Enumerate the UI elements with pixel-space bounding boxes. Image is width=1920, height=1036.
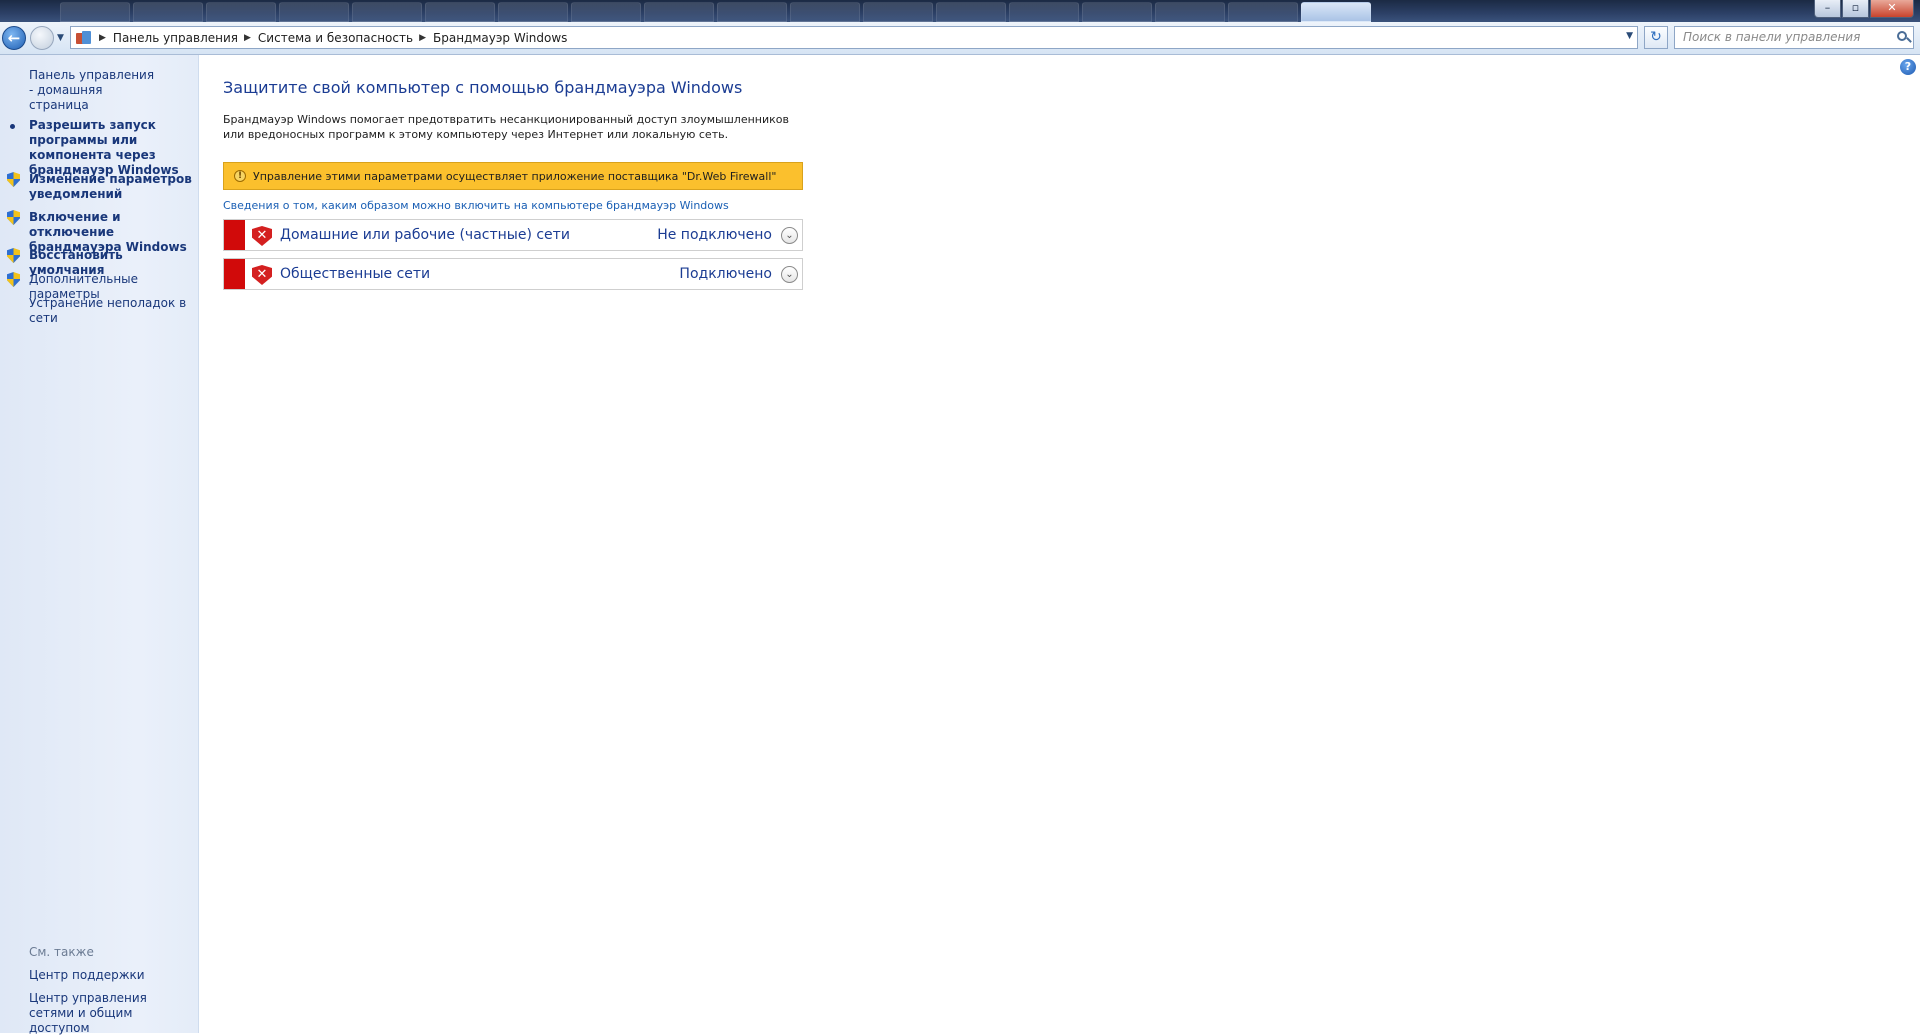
address-dropdown-icon[interactable]: ▼ xyxy=(1626,31,1633,41)
see-also-network-center[interactable]: Центр управления сетями и общим доступом xyxy=(29,991,189,1036)
warning-icon: ! xyxy=(234,170,246,182)
taskbar-tab[interactable] xyxy=(425,2,495,22)
uac-shield-icon xyxy=(7,272,20,287)
back-button[interactable]: ← xyxy=(2,26,26,50)
search-icon[interactable] xyxy=(1897,31,1907,41)
vendor-warning-bar: ! Управление этими параметрами осуществл… xyxy=(223,162,803,190)
search-input[interactable]: Поиск в панели управления xyxy=(1674,26,1914,49)
recent-pages-dropdown[interactable]: ▼ xyxy=(57,32,67,44)
refresh-button[interactable]: ↻ xyxy=(1644,26,1668,49)
address-bar[interactable]: ▶ Панель управления ▶ Система и безопасн… xyxy=(70,26,1638,49)
expand-chevron-icon[interactable]: ⌄ xyxy=(781,227,798,244)
taskbar-tab[interactable] xyxy=(1082,2,1152,22)
taskbar-tab[interactable] xyxy=(279,2,349,22)
minimize-button[interactable]: – xyxy=(1814,0,1841,18)
taskbar-tabs xyxy=(60,2,1371,22)
taskbar-tab[interactable] xyxy=(863,2,933,22)
sidebar-item-notification-settings[interactable]: Изменение параметров уведомлений xyxy=(29,172,199,202)
taskbar-tab[interactable] xyxy=(571,2,641,22)
taskbar-tab[interactable] xyxy=(60,2,130,22)
see-also-header: См. также xyxy=(29,945,94,959)
status-color-bar xyxy=(224,220,245,250)
breadcrumb-system-security[interactable]: Система и безопасность xyxy=(258,31,413,45)
breadcrumb-separator-icon[interactable]: ▶ xyxy=(244,33,251,43)
control-panel-icon xyxy=(75,30,93,46)
close-button[interactable]: ✕ xyxy=(1870,0,1914,18)
bullet-icon xyxy=(10,124,15,129)
uac-shield-icon xyxy=(7,210,20,225)
warning-text: Управление этими параметрами осуществляе… xyxy=(253,169,777,183)
maximize-button[interactable]: ▫ xyxy=(1842,0,1869,18)
page-title: Защитите свой компьютер с помощью брандм… xyxy=(223,78,743,97)
taskbar-tab[interactable] xyxy=(498,2,568,22)
network-name: Общественные сети xyxy=(280,266,431,282)
network-row-public[interactable]: ✕ Общественные сети Подключено ⌄ xyxy=(223,258,803,290)
taskbar-tab[interactable] xyxy=(790,2,860,22)
forward-button[interactable] xyxy=(30,26,54,50)
control-panel-home-link[interactable]: Панель управления - домашняя страница xyxy=(29,68,159,113)
taskbar-tab[interactable] xyxy=(1228,2,1298,22)
taskbar-tab-active[interactable] xyxy=(1301,2,1371,22)
uac-shield-icon xyxy=(7,172,20,187)
firewall-off-shield-icon: ✕ xyxy=(252,226,272,246)
taskbar-tab[interactable] xyxy=(936,2,1006,22)
taskbar-tab[interactable] xyxy=(644,2,714,22)
enable-firewall-info-link[interactable]: Сведения о том, каким образом можно вклю… xyxy=(223,199,729,212)
network-status: Не подключено xyxy=(657,227,772,243)
breadcrumb-windows-firewall[interactable]: Брандмауэр Windows xyxy=(433,31,567,45)
search-placeholder: Поиск в панели управления xyxy=(1683,30,1861,44)
taskbar-tab[interactable] xyxy=(1155,2,1225,22)
left-task-pane: Панель управления - домашняя страница Ра… xyxy=(0,55,199,1036)
sidebar-item-troubleshoot-network[interactable]: Устранение неполадок в сети xyxy=(29,296,199,326)
network-status: Подключено xyxy=(679,266,772,282)
expand-chevron-icon[interactable]: ⌄ xyxy=(781,266,798,283)
taskbar-tab[interactable] xyxy=(352,2,422,22)
navigation-bar: ← ▼ ▶ Панель управления ▶ Система и безо… xyxy=(0,22,1920,55)
taskbar-tab[interactable] xyxy=(1009,2,1079,22)
help-icon[interactable]: ? xyxy=(1900,59,1916,75)
sidebar-item-allow-program[interactable]: Разрешить запуск программы или компонент… xyxy=(29,118,199,178)
status-color-bar xyxy=(224,259,245,289)
breadcrumb-separator-icon[interactable]: ▶ xyxy=(419,33,426,43)
window-controls: – ▫ ✕ xyxy=(1813,0,1914,18)
page-description: Брандмауэр Windows помогает предотвратит… xyxy=(223,113,789,141)
title-bar: – ▫ ✕ xyxy=(0,0,1920,22)
breadcrumb-control-panel[interactable]: Панель управления xyxy=(113,31,238,45)
network-row-private[interactable]: ✕ Домашние или рабочие (частные) сети Не… xyxy=(223,219,803,251)
taskbar-tab[interactable] xyxy=(133,2,203,22)
taskbar-tab[interactable] xyxy=(717,2,787,22)
see-also-action-center[interactable]: Центр поддержки xyxy=(29,968,199,983)
breadcrumb-separator-icon[interactable]: ▶ xyxy=(99,33,106,43)
taskbar-tab[interactable] xyxy=(206,2,276,22)
firewall-off-shield-icon: ✕ xyxy=(252,265,272,285)
uac-shield-icon xyxy=(7,248,20,263)
network-name: Домашние или рабочие (частные) сети xyxy=(280,227,570,243)
